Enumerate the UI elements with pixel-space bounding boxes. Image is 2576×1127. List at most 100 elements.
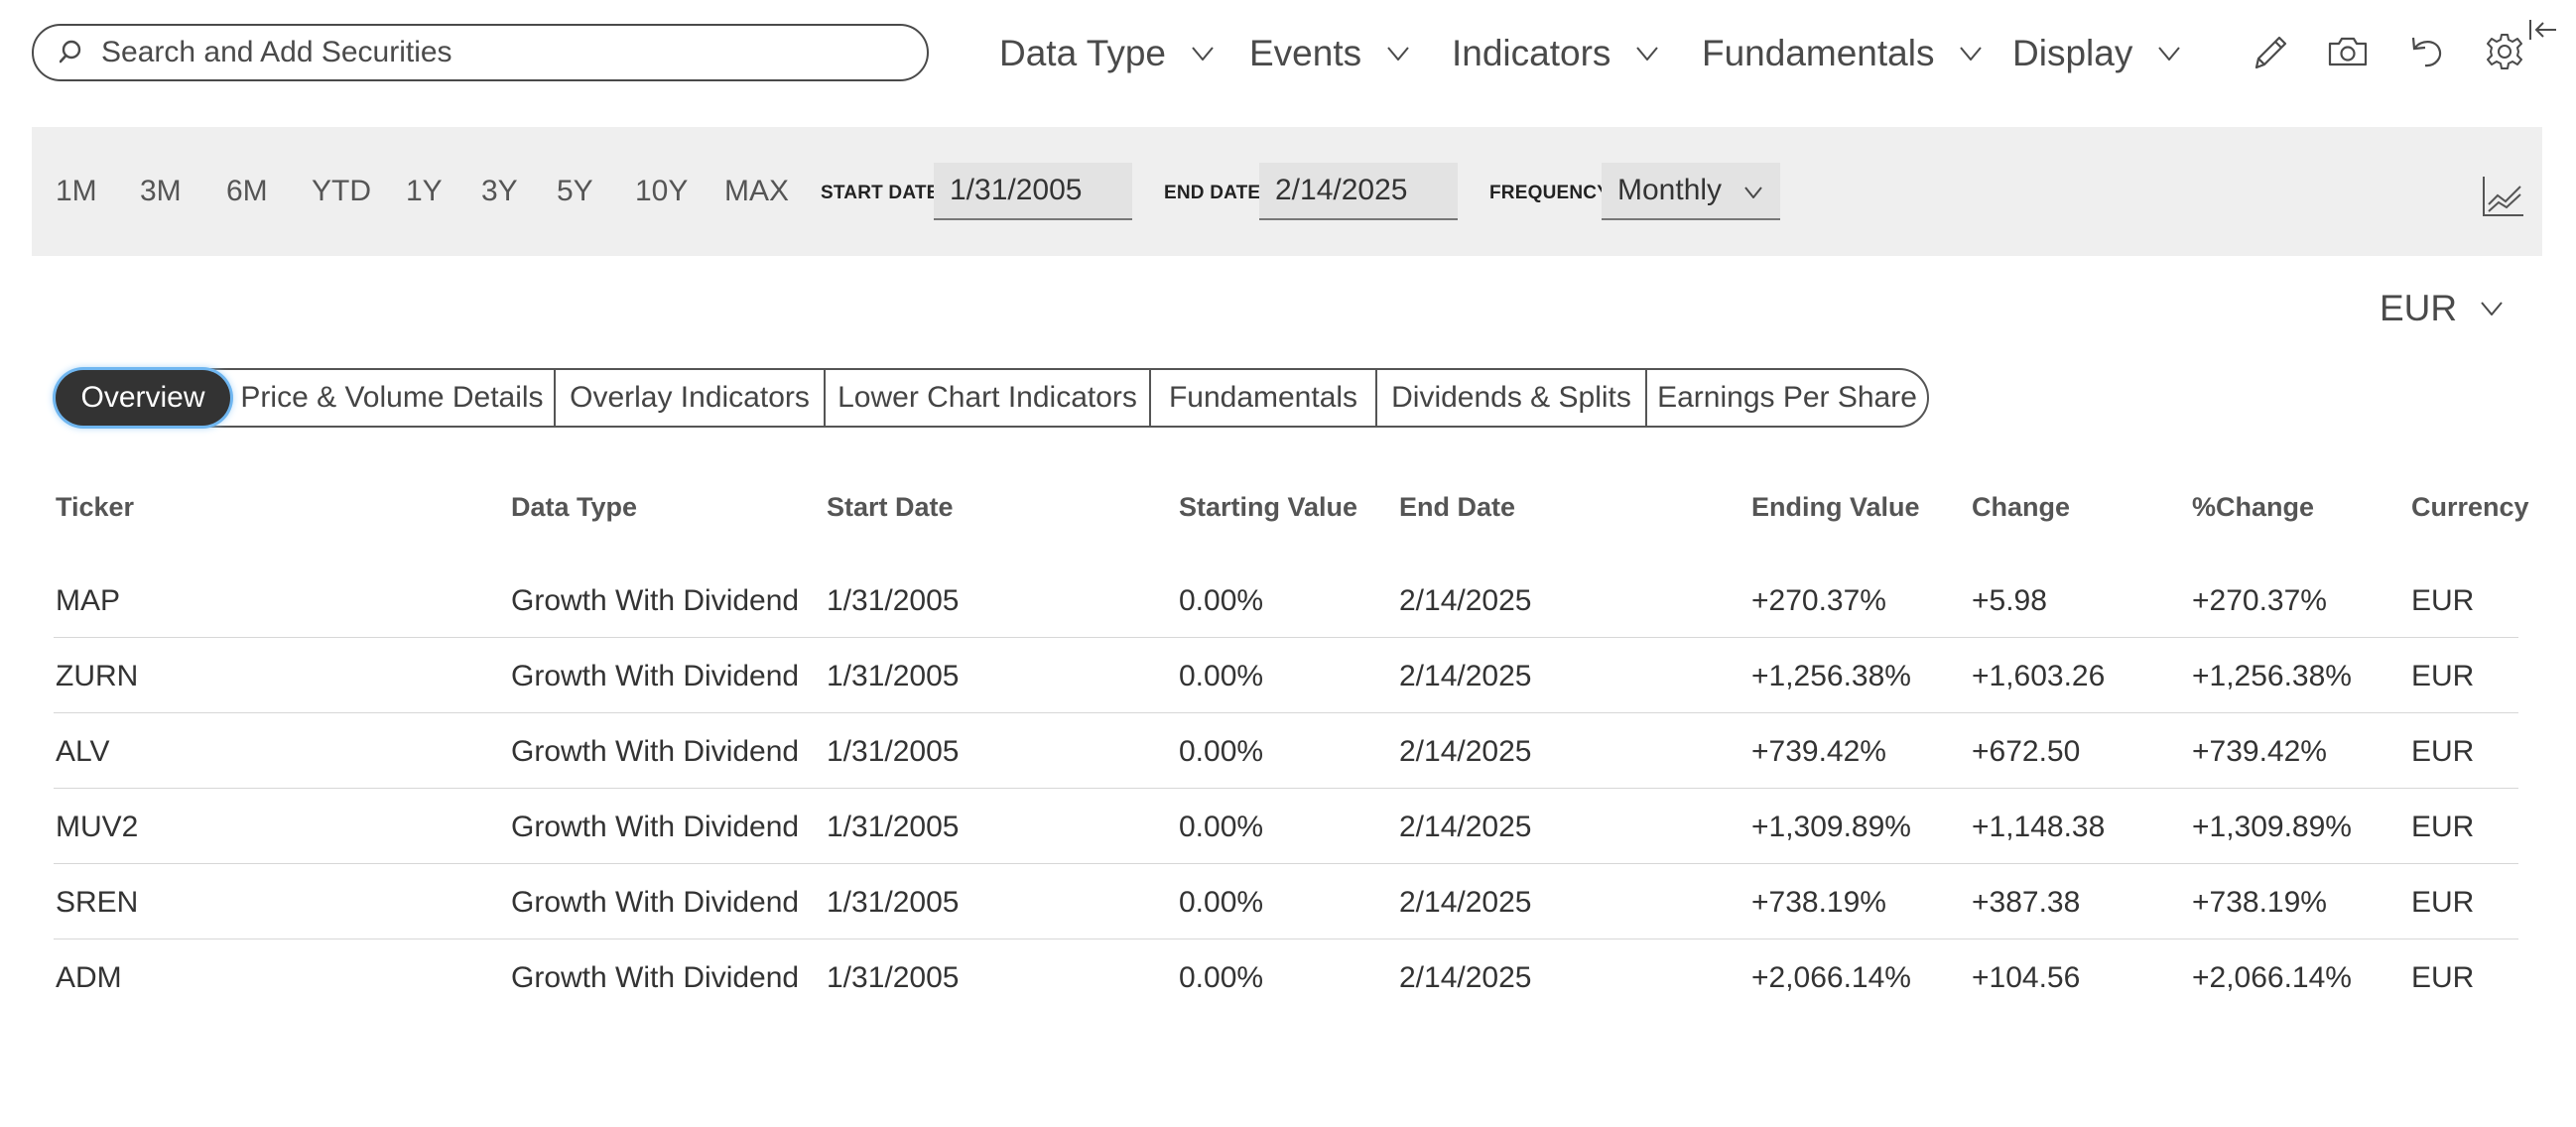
line-chart-icon[interactable] — [2481, 175, 2524, 218]
tab-price-volume-details[interactable]: Price & Volume Details — [230, 370, 556, 426]
menu-data-type[interactable]: Data Type — [999, 26, 1214, 81]
cell-currency: EUR — [2411, 886, 2475, 919]
column-header-starting-value[interactable]: Starting Value — [1179, 492, 1357, 523]
cell-start-date: 1/31/2005 — [827, 886, 960, 919]
tab-bar: Overview Price & Volume Details Overlay … — [54, 368, 1929, 428]
cell-ticker[interactable]: SREN — [56, 886, 138, 920]
cell-change: +1,148.38 — [1972, 811, 2106, 843]
cell-end-date: 2/14/2025 — [1399, 961, 1532, 994]
range-button-3y[interactable]: 3Y — [481, 175, 518, 208]
menu-display[interactable]: Display — [2012, 26, 2181, 81]
tab-earnings-per-share[interactable]: Earnings Per Share — [1647, 370, 1927, 426]
table-row: SREN Growth With Dividend 1/31/2005 0.00… — [54, 864, 2518, 939]
chevron-down-icon — [1387, 47, 1409, 61]
cell-start-date: 1/31/2005 — [827, 660, 960, 692]
cell-change: +672.50 — [1972, 735, 2081, 768]
cell-ticker[interactable]: ZURN — [56, 660, 138, 693]
menu-label: Display — [2012, 33, 2133, 73]
chevron-down-icon — [1192, 47, 1214, 61]
gear-icon[interactable] — [2483, 30, 2526, 73]
menu-label: Fundamentals — [1702, 33, 1935, 73]
cell-ticker[interactable]: MUV2 — [56, 811, 138, 844]
menu-label: Data Type — [999, 33, 1166, 73]
search-box[interactable] — [32, 24, 929, 81]
cell-pct-change: +2,066.14% — [2192, 961, 2352, 994]
column-header-ending-value[interactable]: Ending Value — [1751, 492, 1920, 523]
cell-end-date: 2/14/2025 — [1399, 886, 1532, 919]
tab-lower-chart-indicators[interactable]: Lower Chart Indicators — [826, 370, 1151, 426]
currency-value: EUR — [2380, 288, 2458, 328]
start-date-label: START DATE — [821, 183, 940, 203]
column-header-pct-change[interactable]: %Change — [2192, 492, 2314, 523]
range-button-5y[interactable]: 5Y — [557, 175, 593, 208]
table-row: ALV Growth With Dividend 1/31/2005 0.00%… — [54, 713, 2518, 789]
menu-events[interactable]: Events — [1249, 26, 1409, 81]
tab-overview[interactable]: Overview — [56, 370, 230, 426]
cell-currency: EUR — [2411, 660, 2475, 692]
column-header-data-type[interactable]: Data Type — [511, 492, 637, 523]
range-button-6m[interactable]: 6M — [226, 175, 268, 208]
range-button-1y[interactable]: 1Y — [406, 175, 443, 208]
menu-label: Indicators — [1452, 33, 1611, 73]
tab-overlay-indicators[interactable]: Overlay Indicators — [556, 370, 826, 426]
column-header-currency[interactable]: Currency — [2411, 492, 2529, 523]
cell-end-date: 2/14/2025 — [1399, 660, 1532, 692]
cell-data-type: Growth With Dividend — [511, 660, 800, 692]
range-button-max[interactable]: MAX — [724, 175, 789, 208]
tab-dividends-splits[interactable]: Dividends & Splits — [1377, 370, 1647, 426]
camera-icon[interactable] — [2326, 30, 2370, 73]
frequency-value: Monthly — [1617, 174, 1723, 206]
chevron-down-icon — [1960, 47, 1983, 61]
table-row: MAP Growth With Dividend 1/31/2005 0.00%… — [54, 563, 2518, 638]
column-header-change[interactable]: Change — [1972, 492, 2070, 523]
cell-start-date: 1/31/2005 — [827, 735, 960, 768]
column-header-ticker[interactable]: Ticker — [56, 492, 134, 523]
menu-indicators[interactable]: Indicators — [1452, 26, 1659, 81]
cell-end-date: 2/14/2025 — [1399, 735, 1532, 768]
cell-ticker[interactable]: MAP — [56, 584, 120, 618]
start-date-input[interactable]: 1/31/2005 — [934, 163, 1132, 220]
range-button-10y[interactable]: 10Y — [635, 175, 688, 208]
cell-pct-change: +1,309.89% — [2192, 811, 2352, 843]
collapse-panel-icon[interactable] — [2526, 16, 2560, 50]
cell-currency: EUR — [2411, 584, 2475, 617]
cell-ending-value: +270.37% — [1751, 584, 1886, 617]
cell-pct-change: +270.37% — [2192, 584, 2327, 617]
cell-change: +1,603.26 — [1972, 660, 2106, 692]
chevron-down-icon — [2481, 302, 2503, 315]
search-icon — [60, 40, 81, 63]
column-header-start-date[interactable]: Start Date — [827, 492, 954, 523]
cell-ending-value: +1,309.89% — [1751, 811, 1911, 843]
table-row: ADM Growth With Dividend 1/31/2005 0.00%… — [54, 939, 2518, 1015]
undo-icon[interactable] — [2405, 30, 2449, 73]
pencil-icon[interactable] — [2249, 30, 2292, 73]
cell-pct-change: +738.19% — [2192, 886, 2327, 919]
cell-ending-value: +739.42% — [1751, 735, 1886, 768]
range-button-1m[interactable]: 1M — [56, 175, 97, 208]
cell-change: +5.98 — [1972, 584, 2047, 617]
range-button-ytd[interactable]: YTD — [312, 175, 371, 208]
cell-ending-value: +738.19% — [1751, 886, 1886, 919]
end-date-input[interactable]: 2/14/2025 — [1259, 163, 1458, 220]
chevron-down-icon — [1636, 47, 1659, 61]
cell-starting-value: 0.00% — [1179, 886, 1264, 919]
cell-ticker[interactable]: ALV — [56, 735, 109, 769]
cell-data-type: Growth With Dividend — [511, 961, 800, 994]
currency-select[interactable]: EUR — [2380, 288, 2503, 329]
range-button-3m[interactable]: 3M — [140, 175, 182, 208]
cell-change: +104.56 — [1972, 961, 2081, 994]
cell-starting-value: 0.00% — [1179, 660, 1264, 692]
cell-end-date: 2/14/2025 — [1399, 584, 1532, 617]
cell-start-date: 1/31/2005 — [827, 811, 960, 843]
table-row: MUV2 Growth With Dividend 1/31/2005 0.00… — [54, 789, 2518, 864]
search-input[interactable] — [101, 36, 895, 69]
cell-ticker[interactable]: ADM — [56, 961, 122, 995]
tab-fundamentals[interactable]: Fundamentals — [1151, 370, 1377, 426]
cell-change: +387.38 — [1972, 886, 2081, 919]
frequency-select[interactable]: Monthly — [1602, 163, 1780, 220]
cell-currency: EUR — [2411, 811, 2475, 843]
column-header-end-date[interactable]: End Date — [1399, 492, 1515, 523]
cell-currency: EUR — [2411, 735, 2475, 768]
cell-end-date: 2/14/2025 — [1399, 811, 1532, 843]
menu-fundamentals[interactable]: Fundamentals — [1702, 26, 1983, 81]
